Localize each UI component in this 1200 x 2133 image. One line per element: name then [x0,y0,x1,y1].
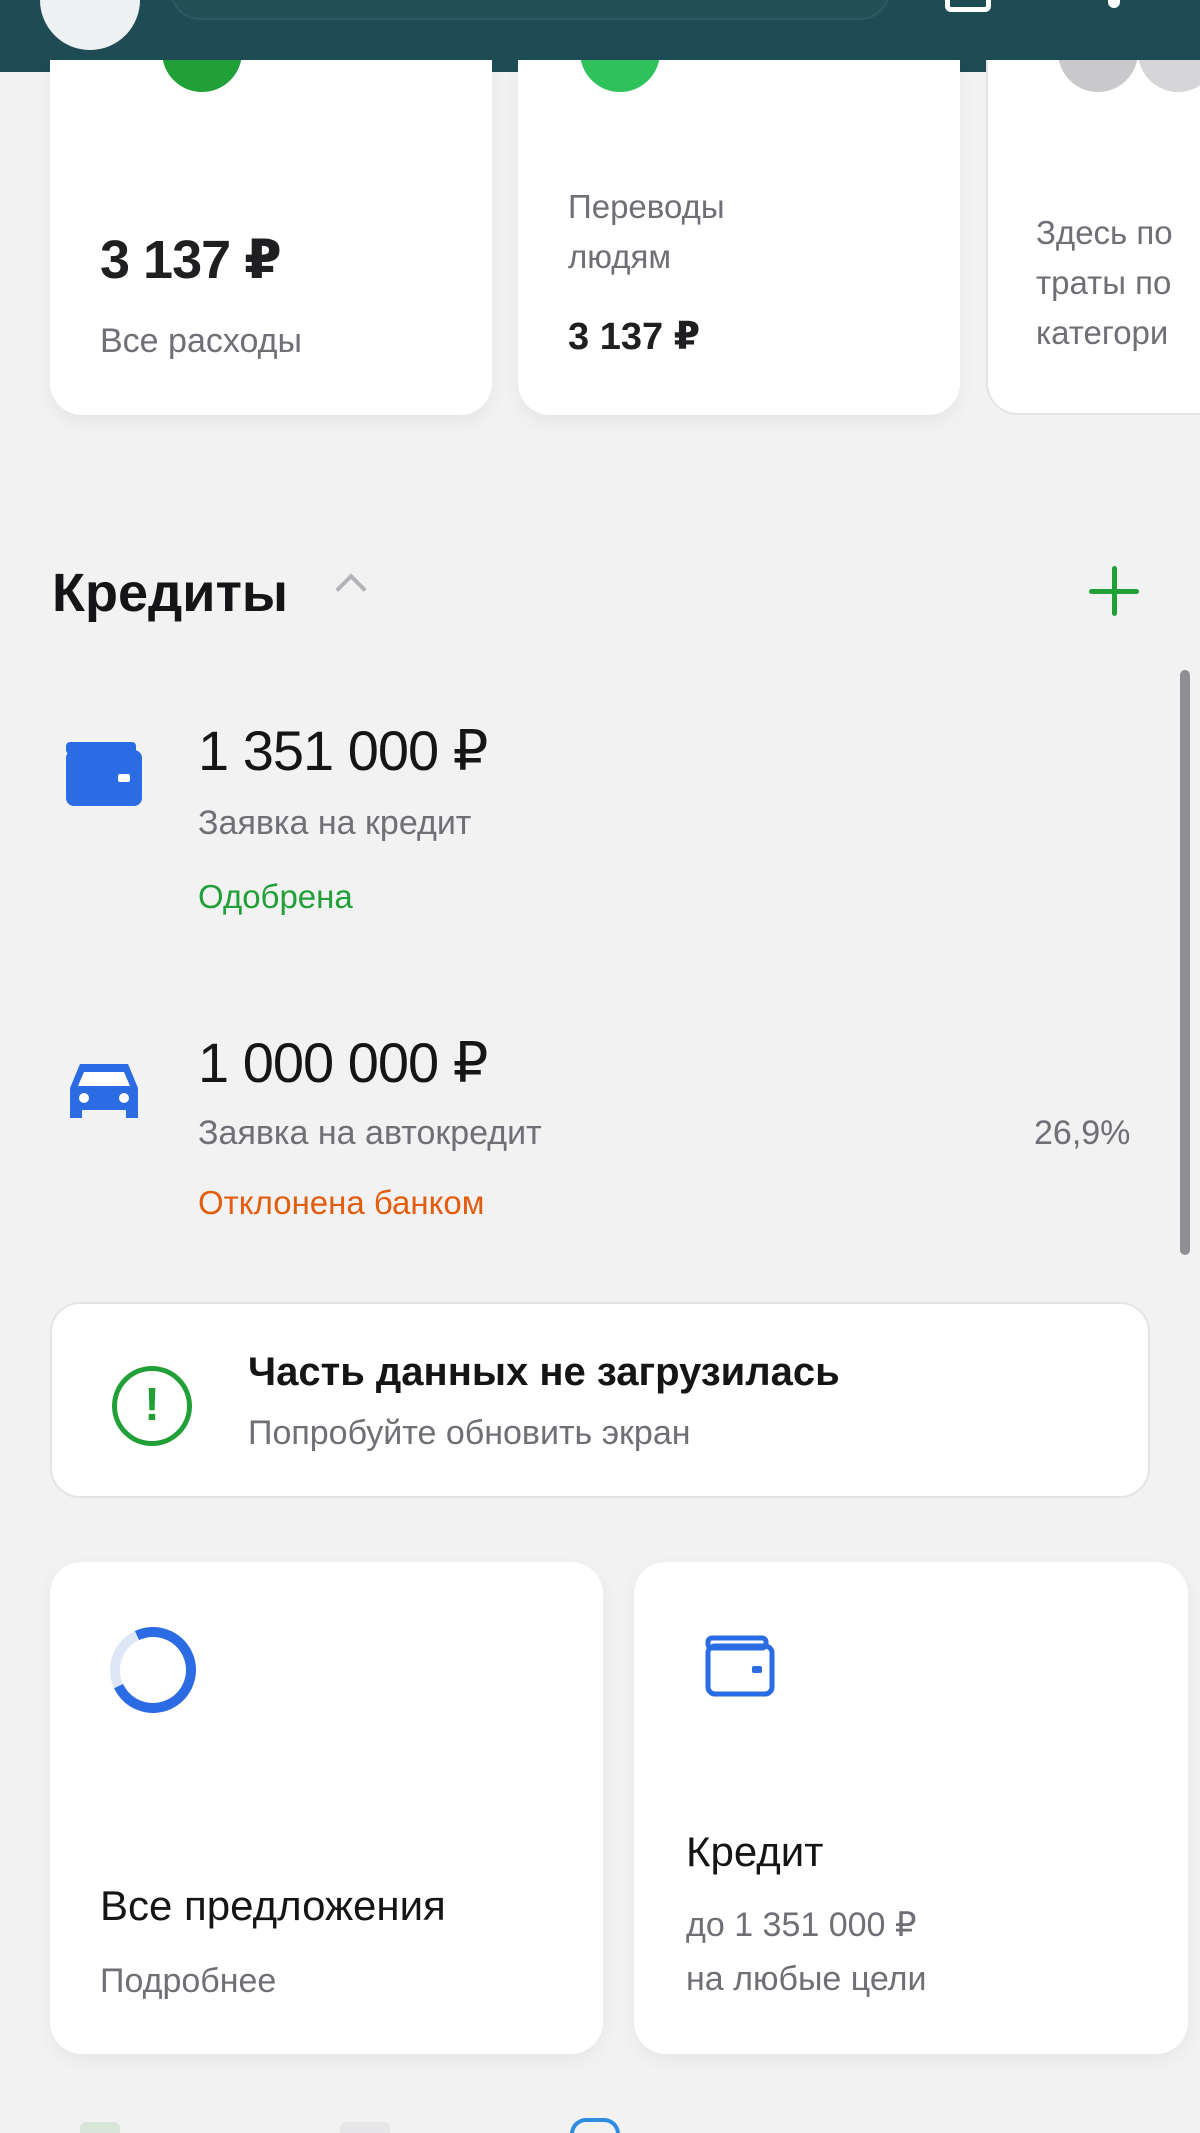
chevron-up-icon[interactable] [335,573,367,605]
credit-offer-card[interactable]: Кредит до 1 351 000 ₽ на любые цели [634,1562,1188,2054]
loading-spinner-icon [97,1614,209,1726]
tab-home-icon[interactable] [80,2122,120,2133]
load-error-card[interactable]: ! Часть данных не загрузилась Попробуйте… [50,1302,1150,1498]
scrollbar[interactable] [1180,670,1190,1255]
categories-placeholder-text: Здесь по траты по категори [1036,214,1173,351]
loan-amount: 1 000 000 ₽ [198,1031,488,1094]
loan-description: Заявка на автокредит [198,1114,542,1152]
car-icon [70,1064,138,1118]
exclamation-icon: ! [112,1366,192,1446]
loan-amount: 1 351 000 ₽ [198,719,488,782]
tab-assistant-icon[interactable] [570,2118,620,2133]
credits-section-title[interactable]: Кредиты [52,562,288,624]
all-offers-title: Все предложения [100,1882,446,1929]
notifications-icon[interactable] [1108,0,1120,8]
category-dot-icon [580,60,660,92]
credit-offer-subtitle: до 1 351 000 ₽ на любые цели [686,1906,927,1998]
add-credit-button[interactable] [1083,560,1145,622]
loan-description: Заявка на кредит [198,804,472,842]
category-dot-icon [1138,60,1200,92]
all-offers-link[interactable]: Подробнее [100,1954,276,2008]
wallet-outline-icon [705,1635,775,1697]
search-input[interactable] [170,0,890,20]
bottom-tab-bar [0,2108,1200,2133]
wallet-icon [66,742,142,806]
loan-status: Отклонена банком [198,1184,485,1221]
avatar[interactable] [40,0,140,50]
categories-placeholder-card[interactable]: Здесь по траты по категори [986,60,1200,415]
transfers-title: Переводы людям [568,188,725,275]
category-dot-icon [1058,60,1138,92]
category-dot-icon [162,60,242,92]
credit-offer-title: Кредит [686,1828,824,1875]
loan-status: Одобрена [198,878,353,915]
transfers-amount: 3 137 ₽ [568,316,701,358]
load-error-title: Часть данных не загрузилась [248,1350,840,1394]
transfers-card[interactable]: Переводы людям 3 137 ₽ [518,60,960,415]
loan-rate: 26,9% [1034,1114,1131,1152]
all-expenses-label: Все расходы [100,322,302,360]
all-expenses-amount: 3 137 ₽ [100,230,282,290]
chat-icon[interactable] [945,0,991,12]
tab-payments-icon[interactable] [340,2122,390,2133]
load-error-subtitle: Попробуйте обновить экран [248,1414,691,1452]
all-offers-card[interactable]: Все предложения Подробнее [50,1562,603,2054]
all-expenses-card[interactable]: 3 137 ₽ Все расходы [50,60,492,415]
